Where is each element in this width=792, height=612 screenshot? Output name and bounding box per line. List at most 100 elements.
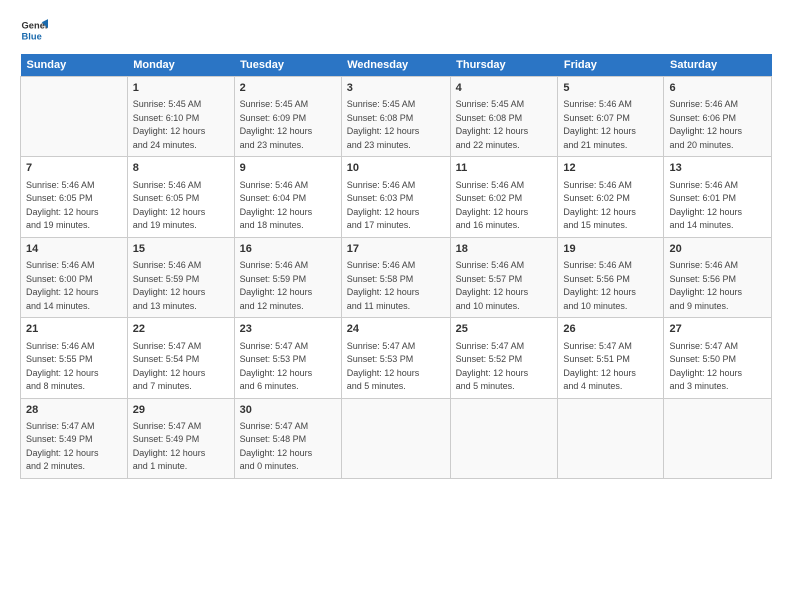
calendar-cell: 22 Sunrise: 5:47 AM Sunset: 5:54 PM Dayli…: [127, 318, 234, 398]
day-number: 20: [669, 242, 766, 257]
cell-content: Sunrise: 5:47 AM Sunset: 5:48 PM Dayligh…: [240, 420, 336, 474]
calendar-cell: 29Sunrise: 5:47 AM Sunset: 5:49 PM Dayli…: [127, 398, 234, 478]
calendar-cell: 13 Sunrise: 5:46 AM Sunset: 6:01 PM Dayli…: [664, 157, 772, 237]
day-number: 24: [347, 322, 445, 337]
col-header-monday: Monday: [127, 54, 234, 77]
cell-content: Sunrise: 5:45 AM Sunset: 6:09 PM Dayligh…: [240, 98, 336, 152]
col-header-tuesday: Tuesday: [234, 54, 341, 77]
day-number: 19: [563, 242, 658, 257]
cell-content: Sunrise: 5:46 AM Sunset: 5:57 PM Dayligh…: [456, 259, 553, 313]
calendar-cell: 8Sunrise: 5:46 AM Sunset: 6:05 PM Daylig…: [127, 157, 234, 237]
cell-content: Sunrise: 5:46 AM Sunset: 6:07 PM Dayligh…: [563, 98, 658, 152]
col-header-saturday: Saturday: [664, 54, 772, 77]
calendar-cell: 20Sunrise: 5:46 AM Sunset: 5:56 PM Dayli…: [664, 237, 772, 317]
calendar-cell: 2 Sunrise: 5:45 AM Sunset: 6:09 PM Daylig…: [234, 77, 341, 157]
day-number: 25: [456, 322, 553, 337]
day-number: 7: [26, 161, 122, 176]
cell-content: Sunrise: 5:46 AM Sunset: 6:01 PM Dayligh…: [669, 179, 766, 233]
calendar-cell: 6 Sunrise: 5:46 AM Sunset: 6:06 PM Daylig…: [664, 77, 772, 157]
cell-content: Sunrise: 5:47 AM Sunset: 5:53 PM Dayligh…: [347, 340, 445, 394]
day-number: 21: [26, 322, 122, 337]
logo: General Blue: [20, 16, 48, 44]
calendar-cell: 18 Sunrise: 5:46 AM Sunset: 5:57 PM Dayli…: [450, 237, 558, 317]
calendar-week-row: 7Sunrise: 5:46 AM Sunset: 6:05 PM Daylig…: [21, 157, 772, 237]
cell-content: Sunrise: 5:47 AM Sunset: 5:54 PM Dayligh…: [133, 340, 229, 394]
calendar-cell: 12Sunrise: 5:46 AM Sunset: 6:02 PM Dayli…: [558, 157, 664, 237]
cell-content: Sunrise: 5:47 AM Sunset: 5:50 PM Dayligh…: [669, 340, 766, 394]
day-number: 23: [240, 322, 336, 337]
cell-content: Sunrise: 5:46 AM Sunset: 5:59 PM Dayligh…: [133, 259, 229, 313]
day-number: 2: [240, 81, 336, 96]
cell-content: Sunrise: 5:46 AM Sunset: 6:06 PM Dayligh…: [669, 98, 766, 152]
calendar-cell: 9 Sunrise: 5:46 AM Sunset: 6:04 PM Daylig…: [234, 157, 341, 237]
col-header-thursday: Thursday: [450, 54, 558, 77]
calendar-cell: [664, 398, 772, 478]
cell-content: Sunrise: 5:46 AM Sunset: 5:59 PM Dayligh…: [240, 259, 336, 313]
day-number: 18: [456, 242, 553, 257]
day-number: 15: [133, 242, 229, 257]
calendar-cell: 4Sunrise: 5:45 AM Sunset: 6:08 PM Daylig…: [450, 77, 558, 157]
calendar-cell: 30 Sunrise: 5:47 AM Sunset: 5:48 PM Dayli…: [234, 398, 341, 478]
cell-content: Sunrise: 5:46 AM Sunset: 5:56 PM Dayligh…: [563, 259, 658, 313]
cell-content: Sunrise: 5:47 AM Sunset: 5:51 PM Dayligh…: [563, 340, 658, 394]
page: General Blue SundayMondayTuesdayWednesda…: [0, 0, 792, 612]
day-number: 11: [456, 161, 553, 176]
cell-content: Sunrise: 5:46 AM Sunset: 6:03 PM Dayligh…: [347, 179, 445, 233]
calendar-cell: 23 Sunrise: 5:47 AM Sunset: 5:53 PM Dayli…: [234, 318, 341, 398]
cell-content: Sunrise: 5:46 AM Sunset: 5:55 PM Dayligh…: [26, 340, 122, 394]
day-number: 14: [26, 242, 122, 257]
cell-content: Sunrise: 5:47 AM Sunset: 5:53 PM Dayligh…: [240, 340, 336, 394]
calendar-cell: 7Sunrise: 5:46 AM Sunset: 6:05 PM Daylig…: [21, 157, 128, 237]
calendar-header-row: SundayMondayTuesdayWednesdayThursdayFrid…: [21, 54, 772, 77]
cell-content: Sunrise: 5:45 AM Sunset: 6:08 PM Dayligh…: [347, 98, 445, 152]
day-number: 27: [669, 322, 766, 337]
calendar-cell: 5Sunrise: 5:46 AM Sunset: 6:07 PM Daylig…: [558, 77, 664, 157]
day-number: 17: [347, 242, 445, 257]
calendar-cell: [558, 398, 664, 478]
cell-content: Sunrise: 5:46 AM Sunset: 5:58 PM Dayligh…: [347, 259, 445, 313]
calendar-cell: 16 Sunrise: 5:46 AM Sunset: 5:59 PM Dayli…: [234, 237, 341, 317]
cell-content: Sunrise: 5:45 AM Sunset: 6:08 PM Dayligh…: [456, 98, 553, 152]
calendar-cell: [341, 398, 450, 478]
col-header-wednesday: Wednesday: [341, 54, 450, 77]
cell-content: Sunrise: 5:47 AM Sunset: 5:49 PM Dayligh…: [26, 420, 122, 474]
calendar-cell: 27 Sunrise: 5:47 AM Sunset: 5:50 PM Dayli…: [664, 318, 772, 398]
calendar-cell: 19 Sunrise: 5:46 AM Sunset: 5:56 PM Dayli…: [558, 237, 664, 317]
calendar-cell: 3 Sunrise: 5:45 AM Sunset: 6:08 PM Daylig…: [341, 77, 450, 157]
day-number: 10: [347, 161, 445, 176]
day-number: 9: [240, 161, 336, 176]
day-number: 22: [133, 322, 229, 337]
calendar-week-row: 14 Sunrise: 5:46 AM Sunset: 6:00 PM Dayli…: [21, 237, 772, 317]
calendar-cell: 15 Sunrise: 5:46 AM Sunset: 5:59 PM Dayli…: [127, 237, 234, 317]
calendar-cell: 24 Sunrise: 5:47 AM Sunset: 5:53 PM Dayli…: [341, 318, 450, 398]
day-number: 16: [240, 242, 336, 257]
day-number: 26: [563, 322, 658, 337]
day-number: 30: [240, 403, 336, 418]
calendar-cell: 21 Sunrise: 5:46 AM Sunset: 5:55 PM Dayli…: [21, 318, 128, 398]
cell-content: Sunrise: 5:46 AM Sunset: 6:04 PM Dayligh…: [240, 179, 336, 233]
day-number: 1: [133, 81, 229, 96]
calendar-week-row: 21 Sunrise: 5:46 AM Sunset: 5:55 PM Dayli…: [21, 318, 772, 398]
header: General Blue: [20, 16, 772, 44]
calendar-cell: [21, 77, 128, 157]
day-number: 6: [669, 81, 766, 96]
col-header-friday: Friday: [558, 54, 664, 77]
day-number: 29: [133, 403, 229, 418]
calendar-week-row: 28 Sunrise: 5:47 AM Sunset: 5:49 PM Dayli…: [21, 398, 772, 478]
cell-content: Sunrise: 5:46 AM Sunset: 6:00 PM Dayligh…: [26, 259, 122, 313]
calendar-cell: 14 Sunrise: 5:46 AM Sunset: 6:00 PM Dayli…: [21, 237, 128, 317]
cell-content: Sunrise: 5:45 AM Sunset: 6:10 PM Dayligh…: [133, 98, 229, 152]
logo-icon: General Blue: [20, 16, 48, 44]
calendar-cell: 10 Sunrise: 5:46 AM Sunset: 6:03 PM Dayli…: [341, 157, 450, 237]
day-number: 28: [26, 403, 122, 418]
calendar-cell: 17 Sunrise: 5:46 AM Sunset: 5:58 PM Dayli…: [341, 237, 450, 317]
calendar-cell: [450, 398, 558, 478]
calendar-week-row: 1 Sunrise: 5:45 AM Sunset: 6:10 PM Daylig…: [21, 77, 772, 157]
day-number: 3: [347, 81, 445, 96]
calendar-cell: 28 Sunrise: 5:47 AM Sunset: 5:49 PM Dayli…: [21, 398, 128, 478]
day-number: 8: [133, 161, 229, 176]
calendar-cell: 26 Sunrise: 5:47 AM Sunset: 5:51 PM Dayli…: [558, 318, 664, 398]
day-number: 13: [669, 161, 766, 176]
cell-content: Sunrise: 5:47 AM Sunset: 5:52 PM Dayligh…: [456, 340, 553, 394]
cell-content: Sunrise: 5:46 AM Sunset: 6:02 PM Dayligh…: [456, 179, 553, 233]
